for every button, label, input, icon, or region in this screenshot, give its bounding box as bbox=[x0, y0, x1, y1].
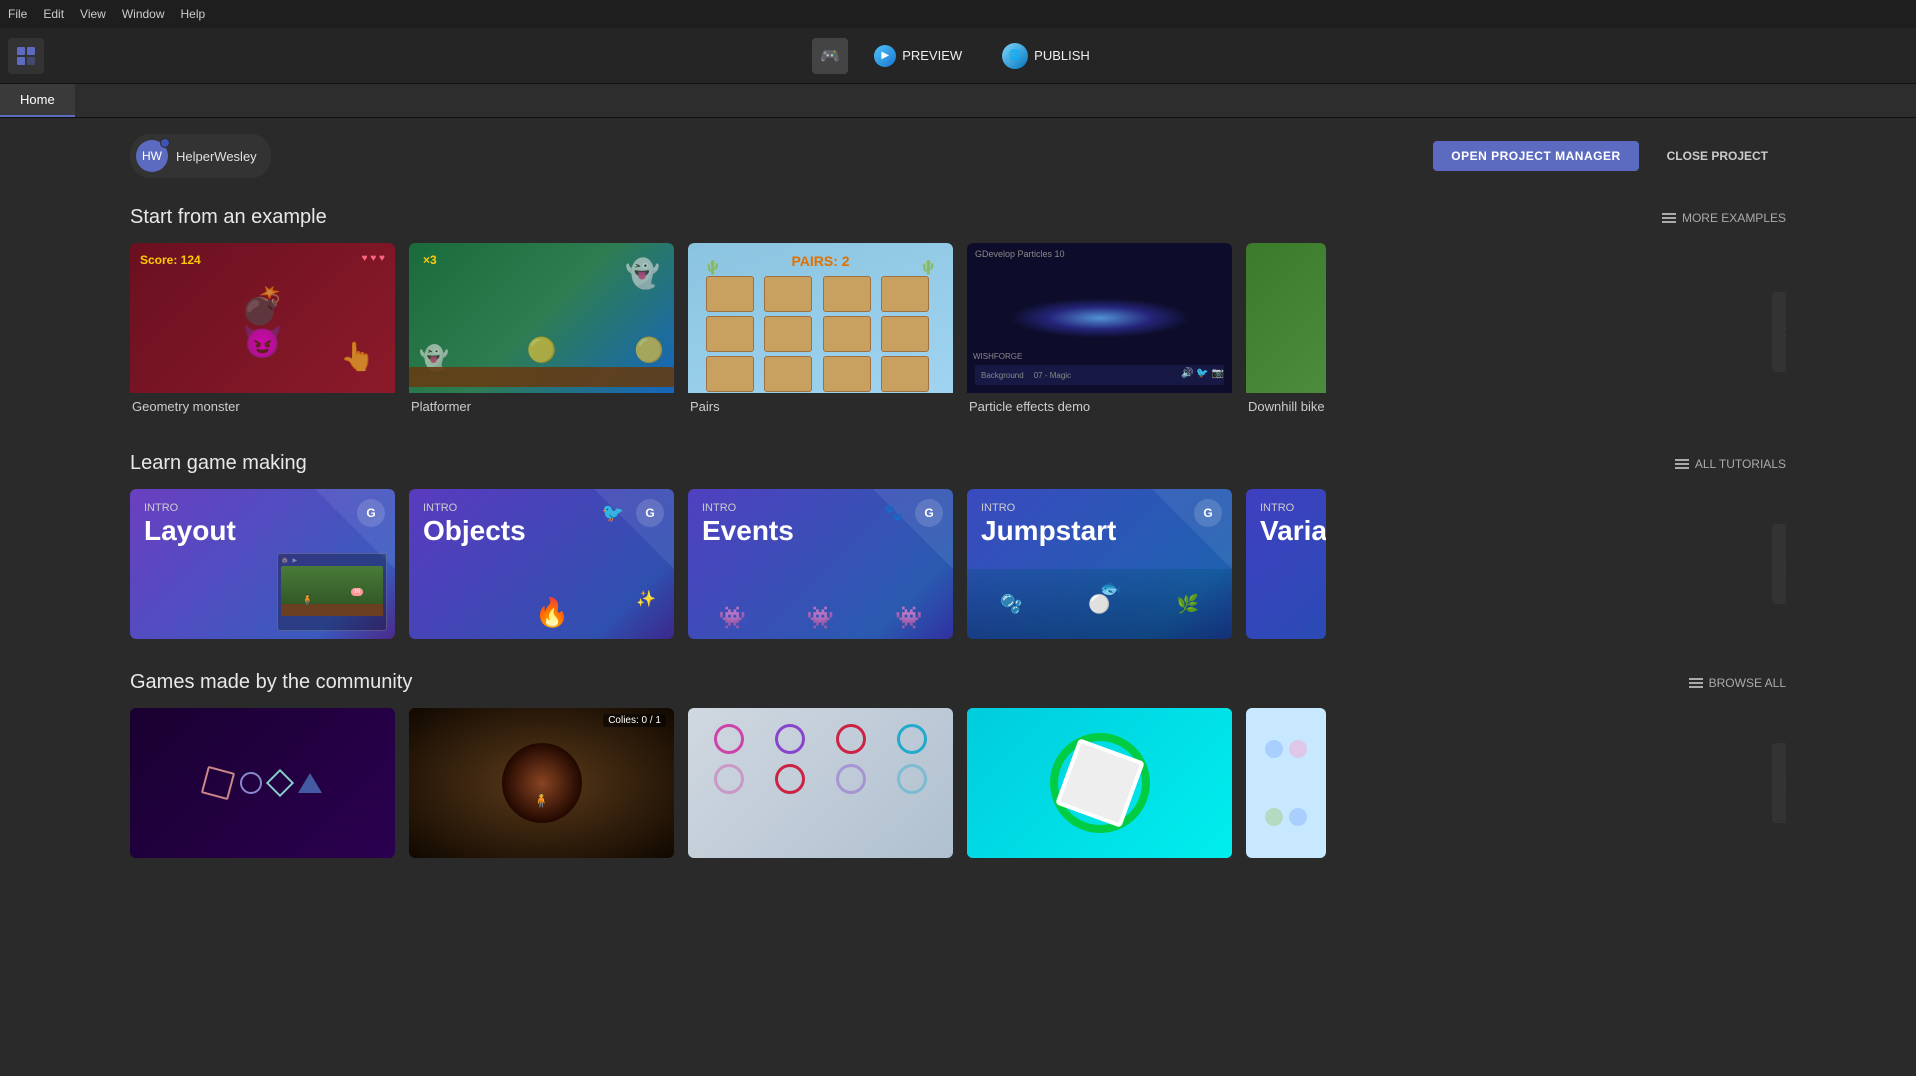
preview-button[interactable]: ▶ PREVIEW bbox=[860, 39, 976, 73]
tutorial-card-events[interactable]: Intro Events G 👾👾👾 🐾 bbox=[688, 489, 953, 639]
community-cards-row: 🧍 Colies: 0 / 1 bbox=[130, 708, 1786, 858]
publish-globe-icon: 🌐 bbox=[1002, 43, 1028, 69]
particles-card-label: Particle effects demo bbox=[967, 393, 1232, 420]
user-info[interactable]: HW HelperWesley bbox=[130, 134, 271, 178]
objects-card-image: Intro Objects G 🔥 🐦 ✨ bbox=[409, 489, 674, 639]
menu-edit[interactable]: Edit bbox=[43, 7, 64, 21]
community-game-4[interactable] bbox=[967, 708, 1232, 858]
toolbar-left bbox=[8, 38, 44, 74]
downhill-card-label: Downhill bike bbox=[1246, 393, 1326, 420]
platformer-card-image: ×3 👻 🟡 🟡 👻 bbox=[409, 243, 674, 393]
examples-title: Start from an example bbox=[130, 206, 327, 229]
example-card-downhill[interactable]: 🌲 Downhill bike bbox=[1246, 243, 1326, 420]
gdlogo-objects: G bbox=[636, 499, 664, 527]
community-game-2[interactable]: 🧍 Colies: 0 / 1 bbox=[409, 708, 674, 858]
community-game-1[interactable] bbox=[130, 708, 395, 858]
geometry-card-image: Score: 124 ♥ ♥ ♥ 💣 😈 👆 bbox=[130, 243, 395, 393]
gdevelop-logo bbox=[8, 38, 44, 74]
menu-file[interactable]: File bbox=[8, 7, 27, 21]
tutorial-card-layout[interactable]: Intro Layout G 🏠▶ 🧍 Hi bbox=[130, 489, 395, 639]
geometry-card-label: Geometry monster bbox=[130, 393, 395, 420]
community-section-header: Games made by the community BROWSE ALL bbox=[130, 671, 1786, 694]
toolbar-center: 🎮 ▶ PREVIEW 🌐 PUBLISH bbox=[812, 37, 1104, 75]
game-icon: 🎮 bbox=[812, 38, 848, 74]
more-examples-link[interactable]: MORE EXAMPLES bbox=[1662, 211, 1786, 225]
particles-card-image: GDevelop Particles 10 Background 07 - Ma… bbox=[967, 243, 1232, 393]
publish-button[interactable]: 🌐 PUBLISH bbox=[988, 37, 1104, 75]
tutorial-card-objects[interactable]: Intro Objects G 🔥 🐦 ✨ bbox=[409, 489, 674, 639]
community-list-icon bbox=[1689, 678, 1703, 688]
header-buttons: OPEN PROJECT MANAGER CLOSE PROJECT bbox=[1433, 141, 1786, 171]
variables-card-image: Intro Variab... G +1 ⚙️ bbox=[1246, 489, 1326, 639]
tutorials-section: Learn game making ALL TUTORIALS Intro La… bbox=[130, 452, 1786, 639]
open-project-manager-button[interactable]: OPEN PROJECT MANAGER bbox=[1433, 141, 1638, 171]
downhill-card-image: 🌲 bbox=[1246, 243, 1326, 393]
examples-section: Start from an example MORE EXAMPLES Scor… bbox=[130, 206, 1786, 420]
tutorials-next-arrow[interactable]: › bbox=[1772, 524, 1786, 604]
menu-bar: File Edit View Window Help bbox=[0, 0, 1916, 28]
all-tutorials-link[interactable]: ALL TUTORIALS bbox=[1675, 457, 1786, 471]
example-card-geometry[interactable]: Score: 124 ♥ ♥ ♥ 💣 😈 👆 Geometry monster bbox=[130, 243, 395, 420]
gdlogo-events: G bbox=[915, 499, 943, 527]
main-content: HW HelperWesley OPEN PROJECT MANAGER CLO… bbox=[0, 118, 1916, 906]
menu-help[interactable]: Help bbox=[181, 7, 206, 21]
community-game-5[interactable] bbox=[1246, 708, 1326, 858]
tab-home[interactable]: Home bbox=[0, 84, 75, 117]
avatar: HW bbox=[136, 140, 168, 172]
community-title: Games made by the community bbox=[130, 671, 412, 694]
example-card-pairs[interactable]: PAIRS: 2 🌵 🌵 Pairs bbox=[688, 243, 953, 420]
avatar-status-dot bbox=[160, 138, 170, 148]
jumpstart-card-image: Intro Jumpstart G 🫧⚪🌿 🐟 bbox=[967, 489, 1232, 639]
tutorials-cards-row: Intro Layout G 🏠▶ 🧍 Hi bbox=[130, 489, 1786, 639]
menu-window[interactable]: Window bbox=[122, 7, 165, 21]
close-project-button[interactable]: CLOSE PROJECT bbox=[1649, 141, 1786, 171]
example-card-platformer[interactable]: ×3 👻 🟡 🟡 👻 Platformer bbox=[409, 243, 674, 420]
list-icon bbox=[1662, 213, 1676, 223]
example-card-particles[interactable]: GDevelop Particles 10 Background 07 - Ma… bbox=[967, 243, 1232, 420]
menu-view[interactable]: View bbox=[80, 7, 106, 21]
community-section: Games made by the community BROWSE ALL bbox=[130, 671, 1786, 858]
community-game-3[interactable] bbox=[688, 708, 953, 858]
tab-bar: Home bbox=[0, 84, 1916, 118]
username-label: HelperWesley bbox=[176, 149, 257, 164]
events-card-image: Intro Events G 👾👾👾 🐾 bbox=[688, 489, 953, 639]
community-next-arrow[interactable]: › bbox=[1772, 743, 1786, 823]
platformer-card-label: Platformer bbox=[409, 393, 674, 420]
pairs-card-label: Pairs bbox=[688, 393, 953, 420]
examples-next-arrow[interactable]: › bbox=[1772, 292, 1786, 372]
gdlogo-layout: G bbox=[357, 499, 385, 527]
tutorials-section-header: Learn game making ALL TUTORIALS bbox=[130, 452, 1786, 475]
gdlogo-jumpstart: G bbox=[1194, 499, 1222, 527]
examples-cards-row: Score: 124 ♥ ♥ ♥ 💣 😈 👆 Geometry monster … bbox=[130, 243, 1786, 420]
play-icon: ▶ bbox=[874, 45, 896, 67]
tutorials-list-icon bbox=[1675, 459, 1689, 469]
pairs-card-image: PAIRS: 2 🌵 🌵 bbox=[688, 243, 953, 393]
tutorial-card-jumpstart[interactable]: Intro Jumpstart G 🫧⚪🌿 🐟 bbox=[967, 489, 1232, 639]
layout-card-image: Intro Layout G 🏠▶ 🧍 Hi bbox=[130, 489, 395, 639]
tutorial-card-variables[interactable]: Intro Variab... G +1 ⚙️ bbox=[1246, 489, 1326, 639]
examples-section-header: Start from an example MORE EXAMPLES bbox=[130, 206, 1786, 229]
user-header: HW HelperWesley OPEN PROJECT MANAGER CLO… bbox=[130, 134, 1786, 178]
tutorials-title: Learn game making bbox=[130, 452, 307, 475]
browse-all-link[interactable]: BROWSE ALL bbox=[1689, 676, 1786, 690]
toolbar: 🎮 ▶ PREVIEW 🌐 PUBLISH bbox=[0, 28, 1916, 84]
